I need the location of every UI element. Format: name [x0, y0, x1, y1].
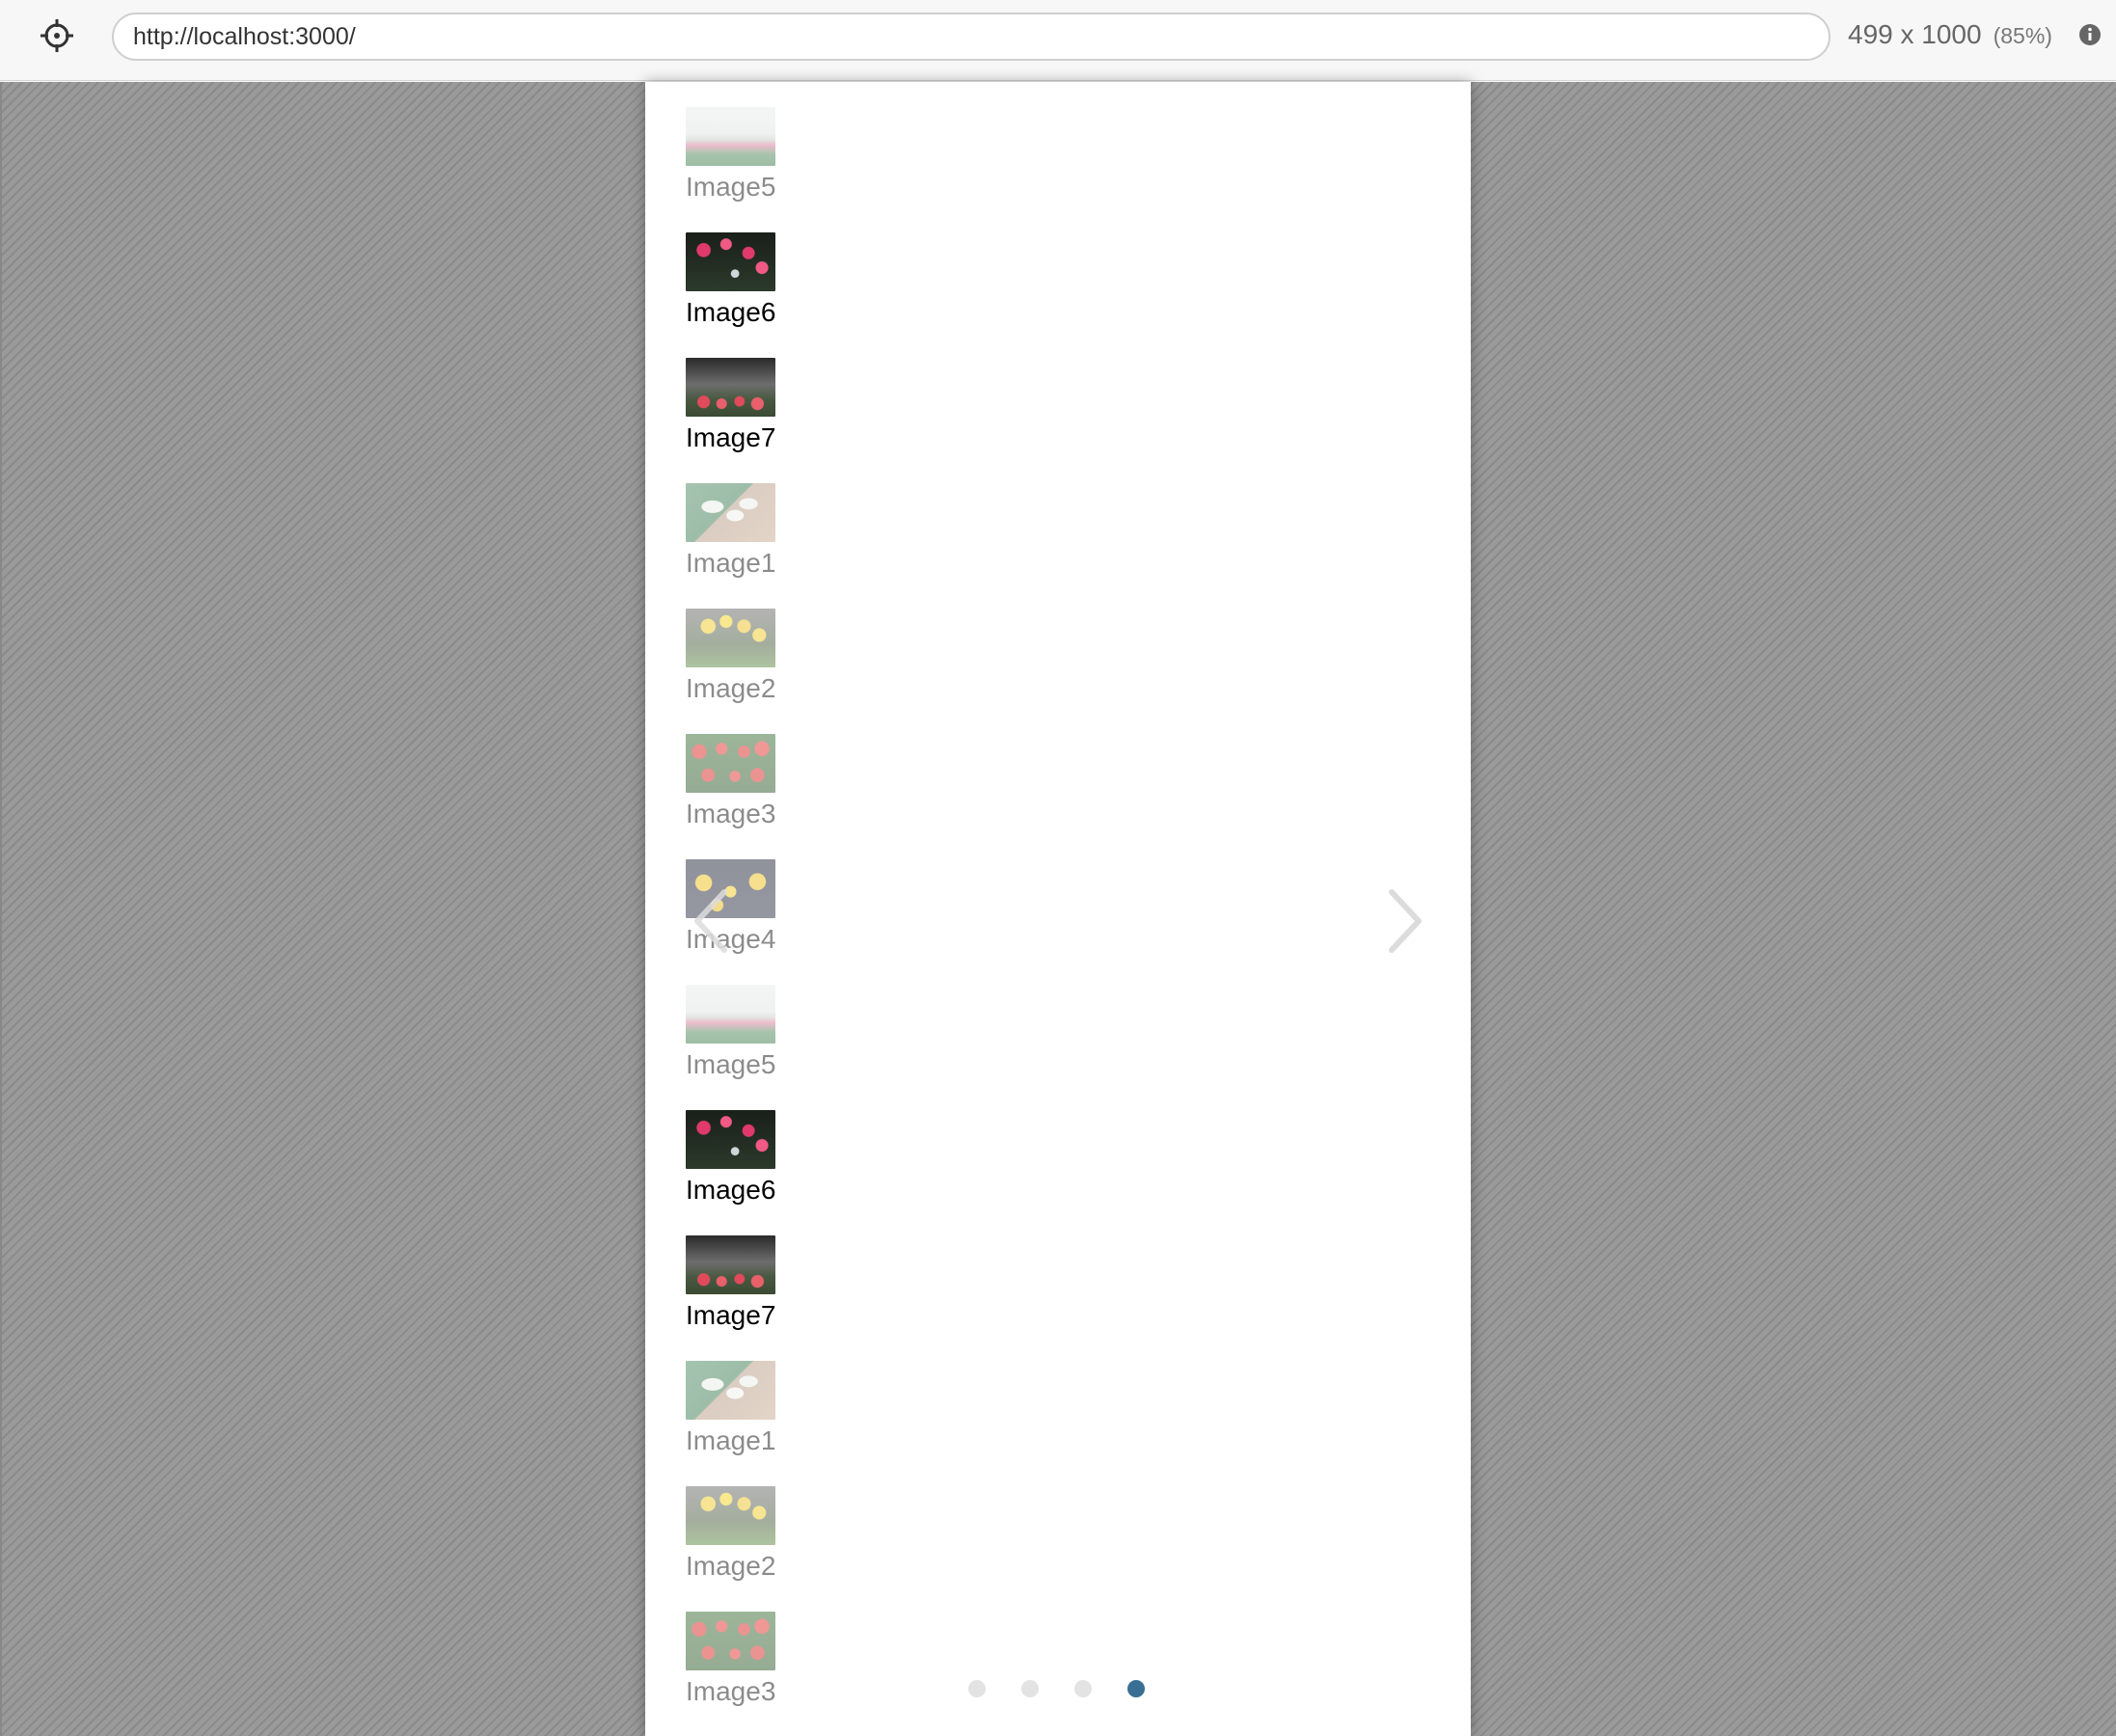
slide-caption: Image6 — [686, 1175, 776, 1205]
slide-caption: Image5 — [686, 1049, 776, 1079]
carousel-slide[interactable]: Image6 — [686, 1110, 821, 1235]
chevron-right-icon[interactable] — [1372, 882, 1430, 960]
device-viewport: Image5 Image6 Image7 Image1 Image2 Image3 Imag… — [645, 82, 1471, 1736]
slide-thumbnail[interactable] — [686, 107, 775, 166]
carousel-slide[interactable]: Image2 — [686, 609, 821, 734]
slide-caption: Image1 — [686, 548, 776, 578]
pagination-dot[interactable] — [968, 1680, 986, 1697]
slide-caption: Image5 — [686, 172, 776, 202]
pagination-dot[interactable] — [1021, 1680, 1039, 1697]
browser-toolbar: 499 x 1000 (85%) — [0, 0, 2116, 81]
viewport-size-readout: 499 x 1000 (85%) — [1848, 19, 2052, 50]
carousel-slide[interactable]: Image7 — [686, 358, 821, 483]
carousel-slide[interactable]: Image1 — [686, 483, 821, 609]
pagination-dot[interactable] — [1074, 1680, 1092, 1697]
carousel-slide[interactable]: Image3 — [686, 734, 821, 859]
pagination-dot[interactable] — [1127, 1680, 1145, 1697]
slide-thumbnail[interactable] — [686, 1235, 775, 1294]
slide-thumbnail[interactable] — [686, 1110, 775, 1169]
info-icon[interactable] — [2078, 23, 2102, 46]
url-input[interactable] — [112, 13, 1831, 61]
carousel-slide[interactable]: Image6 — [686, 232, 821, 358]
viewport-dimensions: 499 x 1000 — [1848, 19, 1982, 49]
slide-thumbnail[interactable] — [686, 1361, 775, 1420]
carousel-slide[interactable]: Image5 — [686, 985, 821, 1110]
carousel-slide[interactable]: Image2 — [686, 1486, 821, 1612]
slide-caption: Image7 — [686, 1300, 776, 1330]
crosshair-icon[interactable] — [39, 17, 75, 54]
slide-caption: Image6 — [686, 297, 776, 327]
slide-thumbnail[interactable] — [686, 609, 775, 667]
slide-caption: Image2 — [686, 1551, 776, 1581]
slide-caption: Image1 — [686, 1425, 776, 1455]
chevron-left-icon[interactable] — [686, 882, 744, 960]
slide-caption: Image7 — [686, 422, 776, 452]
slide-thumbnail[interactable] — [686, 483, 775, 542]
slide-thumbnail[interactable] — [686, 358, 775, 417]
slide-caption: Image3 — [686, 1676, 776, 1706]
carousel-slide[interactable]: Image7 — [686, 1235, 821, 1361]
slide-caption: Image3 — [686, 799, 776, 828]
carousel-slide[interactable]: Image5 — [686, 107, 821, 232]
slide-thumbnail[interactable] — [686, 734, 775, 793]
slide-caption: Image2 — [686, 673, 776, 703]
carousel-slide[interactable]: Image1 — [686, 1361, 821, 1486]
slide-thumbnail[interactable] — [686, 232, 775, 291]
slide-thumbnail[interactable] — [686, 985, 775, 1044]
slide-thumbnail[interactable] — [686, 1486, 775, 1545]
carousel-slide[interactable]: Image3 — [686, 1612, 821, 1736]
zoom-level: (85%) — [1993, 23, 2052, 48]
slide-thumbnail[interactable] — [686, 1612, 775, 1670]
